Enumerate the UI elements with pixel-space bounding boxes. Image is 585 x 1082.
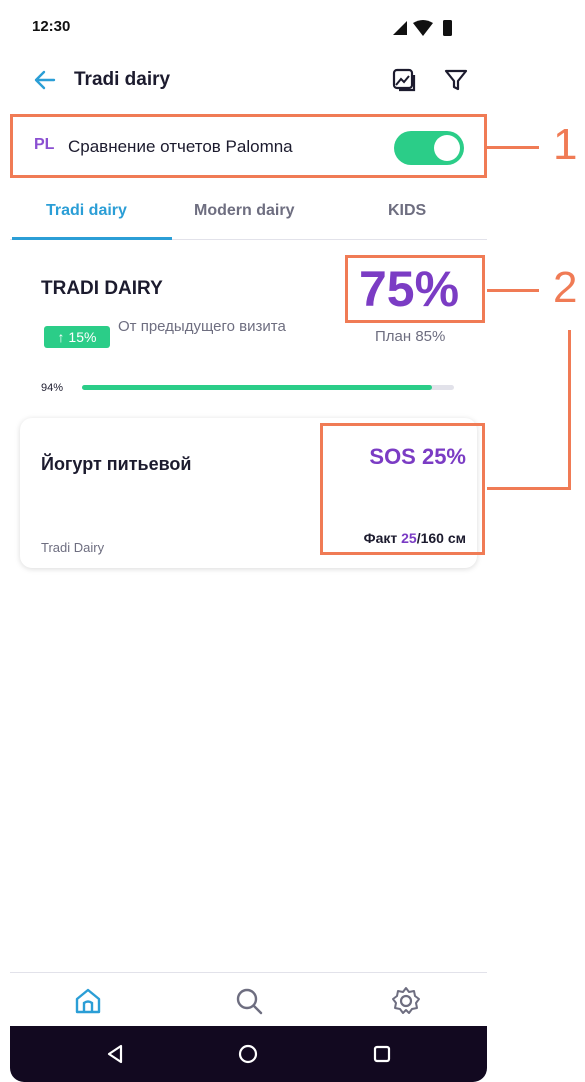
system-navigation-bar [10,1026,487,1082]
callout-2-number: 2 [553,263,578,312]
fact-value: Факт 25/160 см [364,530,466,546]
sos-highlight: SOS 25% Факт 25/160 см [320,423,485,555]
tab-kids[interactable]: KIDS [388,202,426,220]
fact-number: 25 [401,530,417,546]
active-tab-indicator [12,237,172,240]
fact-suffix: /160 см [416,530,466,546]
battery-icon [443,20,452,36]
fact-prefix: Факт [363,530,402,546]
back-arrow-icon[interactable] [32,68,58,92]
progress-fill [82,385,432,390]
compare-label: Сравнение отчетов Palomna [68,137,293,156]
toggle-knob [434,135,460,161]
status-time: 12:30 [32,18,71,35]
wifi-icon [413,20,433,36]
percent-highlight: 75% [345,255,485,323]
filter-icon[interactable] [442,66,470,94]
tab-modern-dairy[interactable]: Modern dairy [194,202,294,220]
sos-value: SOS 25% [369,444,466,469]
home-icon[interactable] [72,985,104,1017]
bottom-navigation [10,972,487,1026]
status-icons [393,20,452,36]
callout-2-line-vertical [568,330,571,490]
tab-bar: Tradi dairy Modern dairy KIDS [10,188,487,240]
system-home-icon[interactable] [236,1042,260,1066]
category-title: TRADI DAIRY [41,278,163,299]
phone-screen: 12:30 Tradi dairy PL Сравнение отчетов P… [10,10,487,1082]
callout-2-line-bottom [487,487,571,490]
top-bar: Tradi dairy [10,58,487,102]
compare-toggle[interactable] [394,131,464,165]
page-title: Tradi dairy [74,69,171,90]
callout-1-line [487,146,539,149]
plan-text: План 85% [375,328,446,345]
signal-icon [393,21,407,35]
callout-2-line-top [487,289,539,292]
progress-label: 94% [41,382,64,394]
delta-caption: От предыдущего визита [118,318,286,335]
status-bar: 12:30 [10,10,487,46]
system-back-icon[interactable] [103,1042,127,1066]
progress-bar [82,385,454,390]
product-brand: Tradi Dairy [41,540,105,555]
callout-1-number: 1 [553,120,578,169]
big-percent: 75% [359,261,460,317]
chart-image-icon[interactable] [390,66,418,94]
product-name: Йогурт питьевой [41,454,192,474]
search-icon[interactable] [233,985,265,1017]
compare-prefix: PL [34,136,55,153]
tab-tradi-dairy[interactable]: Tradi dairy [46,202,127,220]
system-recents-icon[interactable] [370,1042,394,1066]
compare-reports-row: PL Сравнение отчетов Palomna [10,114,487,178]
delta-badge: ↑ 15% [44,326,110,348]
gear-icon[interactable] [390,985,422,1017]
